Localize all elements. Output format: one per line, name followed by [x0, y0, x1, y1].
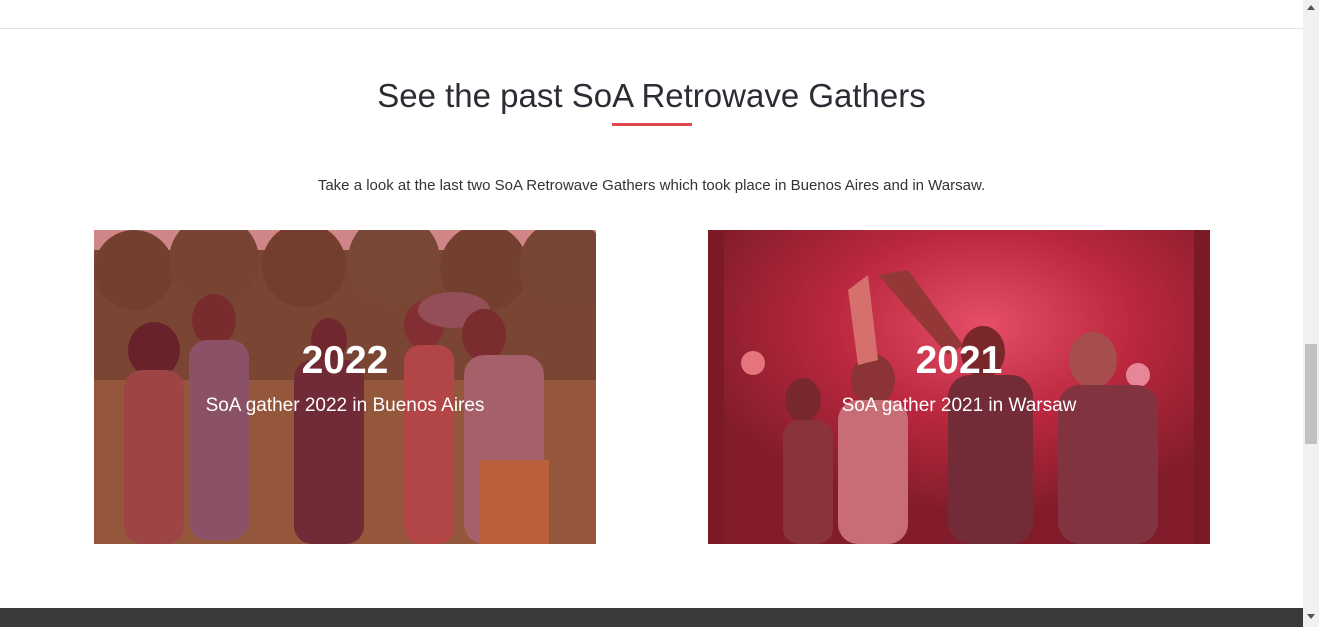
card-year: 2022 — [301, 339, 389, 382]
gather-card-2021[interactable]: 2021 SoA gather 2021 in Warsaw — [708, 230, 1210, 544]
card-caption: SoA gather 2022 in Buenos Aires — [205, 395, 485, 416]
card-year: 2021 — [915, 339, 1003, 382]
page: See the past SoA Retrowave Gathers Take … — [0, 0, 1319, 627]
scroll-down-arrow-icon[interactable] — [1307, 614, 1315, 619]
scroll-up-arrow-icon[interactable] — [1307, 5, 1315, 10]
card-caption: SoA gather 2021 in Warsaw — [841, 395, 1077, 416]
gather-card-2022[interactable]: 2022 SoA gather 2022 in Buenos Aires — [94, 230, 596, 544]
scrollbar-thumb[interactable] — [1305, 344, 1317, 444]
header-divider — [0, 28, 1303, 29]
heading-underline — [612, 123, 692, 126]
section-intro: Take a look at the last two SoA Retrowav… — [317, 177, 986, 194]
page-scrollbar[interactable] — [1303, 0, 1319, 627]
card-overlay — [708, 230, 1210, 544]
section-heading: See the past SoA Retrowave Gathers — [377, 77, 926, 114]
footer-bar — [0, 608, 1303, 627]
card-overlay — [94, 230, 596, 544]
